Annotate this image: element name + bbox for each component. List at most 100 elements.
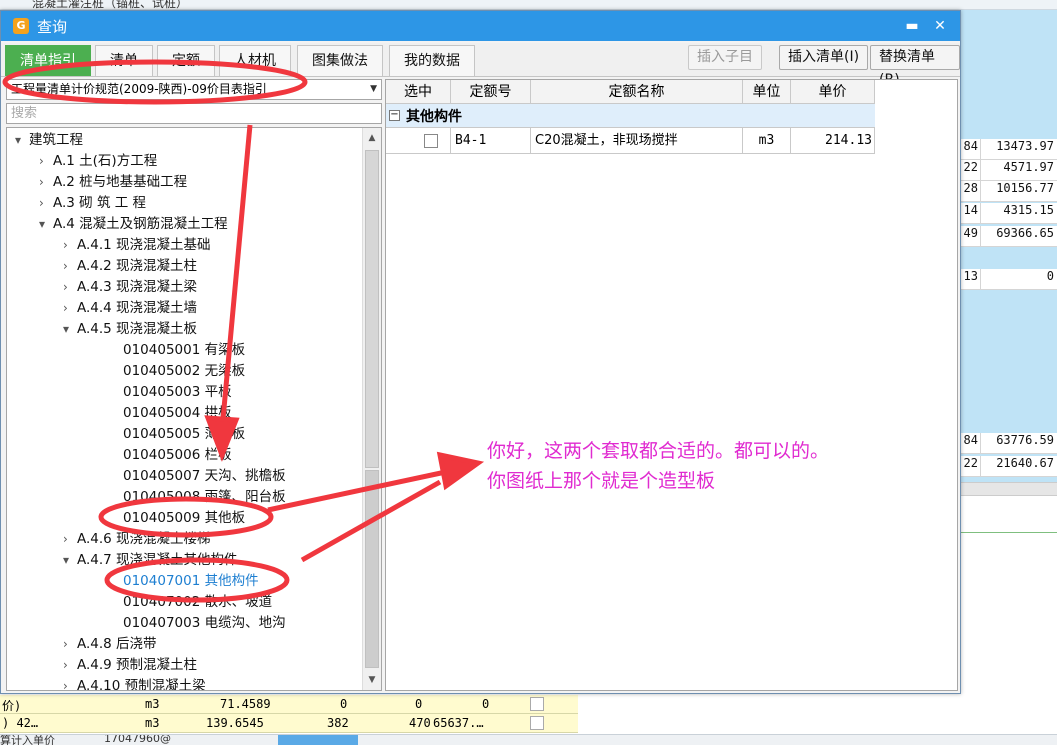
background-cell[interactable]: 84 63776.59 xyxy=(960,433,1057,454)
tab-labor-material-machine[interactable]: 人材机 xyxy=(219,45,291,76)
tree-item[interactable]: 010405003 平板 xyxy=(109,382,232,403)
quota-grid: 选中 定额号 定额名称 单位 单价 − 其他构件 B4-1 C20混凝土，非现场… xyxy=(385,79,958,691)
scroll-up-icon[interactable]: ▲ xyxy=(363,129,381,147)
row-checkbox[interactable] xyxy=(424,134,438,148)
header-code[interactable]: 定额号 xyxy=(451,80,531,104)
tree-item[interactable]: › A.4.8 后浇带 xyxy=(63,634,157,655)
group-row[interactable]: − 其他构件 xyxy=(386,104,875,128)
header-unit[interactable]: 单位 xyxy=(743,80,791,104)
select-cell[interactable] xyxy=(386,128,451,154)
background-cell-b: 69366.65 xyxy=(980,226,1056,247)
bottom-row-unit: m3 xyxy=(145,697,160,711)
background-scroll-band[interactable] xyxy=(960,482,1057,496)
bottom-row-name: ) 42… xyxy=(2,716,39,730)
chevron-right-icon[interactable]: › xyxy=(63,655,77,676)
header-name[interactable]: 定额名称 xyxy=(531,80,743,104)
background-cell[interactable]: 13 0 xyxy=(960,269,1057,290)
close-icon[interactable]: ✕ xyxy=(931,17,949,35)
tree-item[interactable]: 010405009 其他板 xyxy=(109,508,245,529)
tree-item[interactable]: › A.4.1 现浇混凝土基础 xyxy=(63,235,211,256)
chevron-down-icon[interactable]: ▾ xyxy=(63,319,77,340)
tree-item[interactable]: › A.4.9 预制混凝土柱 xyxy=(63,655,197,676)
tab-quota[interactable]: 定额 xyxy=(157,45,215,76)
tree-item[interactable]: › A.1 土(石)方工程 xyxy=(39,151,157,172)
tab-list-guide[interactable]: 清单指引 xyxy=(5,45,91,76)
tree-item[interactable]: › A.3 砌 筑 工 程 xyxy=(39,193,146,214)
tree-item-label: A.4.2 现浇混凝土柱 xyxy=(77,258,198,274)
background-cell[interactable]: 28 10156.77 xyxy=(960,181,1057,202)
chevron-right-icon[interactable]: › xyxy=(63,529,77,550)
background-bottom-row[interactable]: ) 42… m3 139.6545 382 470 65637.… xyxy=(0,714,578,733)
tab-my-data[interactable]: 我的数据 xyxy=(389,45,475,76)
bottom-row-val: 382 xyxy=(327,716,349,730)
background-cell[interactable]: 22 21640.67 xyxy=(960,456,1057,477)
tree-item-label: 010405006 栏板 xyxy=(123,447,232,463)
tree-item[interactable]: ▾ A.4 混凝土及钢筋混凝土工程 xyxy=(39,214,228,235)
tree-item[interactable]: ▾ A.4.5 现浇混凝土板 xyxy=(63,319,197,340)
tree-item[interactable]: 010405001 有梁板 xyxy=(109,340,245,361)
tree-item[interactable]: 010405004 拱板 xyxy=(109,403,232,424)
bottom-row-checkbox[interactable] xyxy=(530,716,544,730)
tree-item[interactable]: 010405002 无梁板 xyxy=(109,361,245,382)
minimize-icon[interactable]: ▬ xyxy=(903,17,921,35)
chevron-down-icon[interactable]: ▾ xyxy=(15,130,29,151)
chevron-down-icon[interactable]: ▼ xyxy=(370,80,377,99)
tree-item[interactable]: 010405008 雨篷、阳台板 xyxy=(109,487,286,508)
insert-list-button[interactable]: 插入清单(I) xyxy=(779,45,869,70)
tree-item-label: A.4.8 后浇带 xyxy=(77,636,157,652)
background-cell[interactable]: 84 13473.97 xyxy=(960,139,1057,160)
tree-item[interactable]: 010407003 电缆沟、地沟 xyxy=(109,613,286,634)
background-cell[interactable]: 49 69366.65 xyxy=(960,226,1057,247)
tree-item[interactable]: › A.4.10 预制混凝土梁 xyxy=(63,676,206,690)
chevron-right-icon[interactable]: › xyxy=(63,256,77,277)
header-select[interactable]: 选中 xyxy=(386,80,451,104)
tree-item[interactable]: › A.4.6 现浇混凝土楼梯 xyxy=(63,529,211,550)
tree-item[interactable]: 010407002 散水、坡道 xyxy=(109,592,272,613)
background-divider xyxy=(960,532,1057,533)
bottom-row-val: 65637.… xyxy=(433,716,484,730)
chevron-right-icon[interactable]: › xyxy=(63,634,77,655)
insert-child-button[interactable]: 插入子目 xyxy=(688,45,762,70)
tree-item[interactable]: › A.4.3 现浇混凝土梁 xyxy=(63,277,197,298)
chevron-right-icon[interactable]: › xyxy=(63,676,77,690)
tree-item[interactable]: 010405007 天沟、挑檐板 xyxy=(109,466,286,487)
scroll-down-icon[interactable]: ▼ xyxy=(363,671,381,689)
chevron-down-icon[interactable]: ▾ xyxy=(63,550,77,571)
background-bottom-row[interactable]: 价) m3 71.4589 0 0 0 xyxy=(0,695,578,714)
tree-item[interactable]: › A.2 桩与地基基础工程 xyxy=(39,172,187,193)
tree-item[interactable]: 010405006 栏板 xyxy=(109,445,232,466)
header-price[interactable]: 单价 xyxy=(791,80,875,104)
background-cell[interactable]: 14 4315.15 xyxy=(960,203,1057,224)
tree-item-label: A.4.7 现浇混凝土其他构件 xyxy=(77,552,238,568)
tree-item[interactable]: › A.4.4 现浇混凝土墙 xyxy=(63,298,197,319)
background-cell-a: 22 xyxy=(963,456,978,470)
background-cell-a: 49 xyxy=(963,226,978,240)
collapse-icon[interactable]: − xyxy=(389,110,400,121)
bottom-row-checkbox[interactable] xyxy=(530,697,544,711)
chevron-right-icon[interactable]: › xyxy=(63,277,77,298)
scroll-thumb[interactable] xyxy=(365,150,379,468)
scroll-track[interactable] xyxy=(365,470,379,668)
tree-item[interactable]: ▾ 建筑工程 xyxy=(15,130,83,151)
chevron-right-icon[interactable]: › xyxy=(39,151,53,172)
dialog-titlebar[interactable]: G 查询 ▬ ✕ xyxy=(1,11,960,41)
tree-item[interactable]: ▾ A.4.7 现浇混凝土其他构件 xyxy=(63,550,238,571)
tab-list[interactable]: 清单 xyxy=(95,45,153,76)
tree-item[interactable]: › A.4.2 现浇混凝土柱 xyxy=(63,256,197,277)
replace-list-button[interactable]: 替换清单(R) xyxy=(870,45,960,88)
chevron-down-icon[interactable]: ▾ xyxy=(39,214,53,235)
bottom-row-name: 价) xyxy=(2,699,22,713)
chevron-right-icon[interactable]: › xyxy=(63,235,77,256)
chevron-right-icon[interactable]: › xyxy=(63,298,77,319)
tree-item[interactable]: 010405005 薄壳板 xyxy=(109,424,245,445)
chevron-right-icon[interactable]: › xyxy=(39,172,53,193)
status-tab[interactable] xyxy=(278,735,358,745)
spec-combo[interactable]: 工程量清单计价规范(2009-陕西)-09价目表指引 ▼ xyxy=(6,79,382,100)
chevron-right-icon[interactable]: › xyxy=(39,193,53,214)
search-input[interactable]: 搜索 xyxy=(6,103,382,124)
background-cell[interactable]: 22 4571.97 xyxy=(960,160,1057,181)
tab-atlas-method[interactable]: 图集做法 xyxy=(297,45,383,76)
tree-item[interactable]: 010407001 其他构件 xyxy=(109,571,259,592)
table-row[interactable]: B4-1 C20混凝土，非现场搅拌 m3 214.13 xyxy=(386,128,875,154)
tree-scrollbar[interactable]: ▲ ▼ xyxy=(362,128,381,690)
